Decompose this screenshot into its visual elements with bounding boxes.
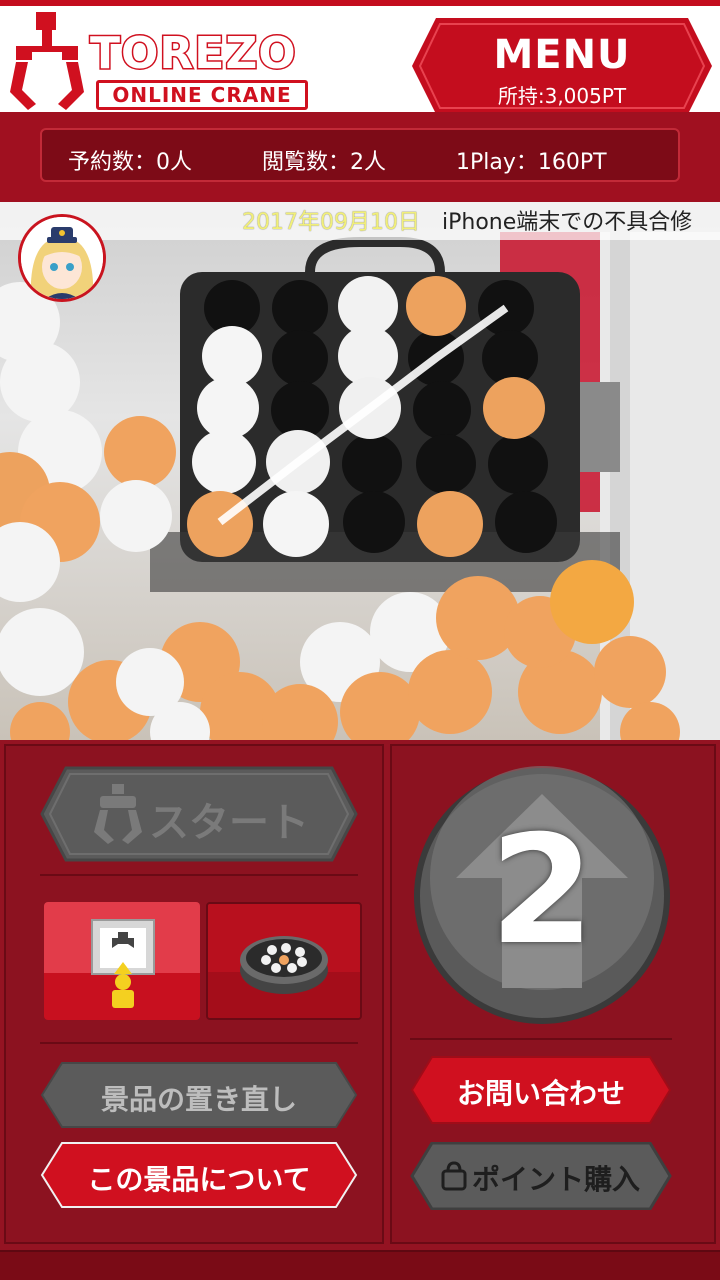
tray-top-view-icon [240,936,328,994]
points-balance: 所持:3,005PT [497,84,627,108]
crane-machine-view [0,232,720,740]
ticker-date: 2017年09月10日 [242,210,420,235]
front-view-camera-icon [91,919,155,1008]
ticker-text: iPhone端末での不具合修 [442,210,693,235]
control-panel: スタート 景品の置き直し この景品について 2 お問い合わせ ポイント購入 [0,740,720,1250]
buy-points-label: ポイント購入 [471,1163,640,1196]
torezo-logo[interactable]: TOREZO ONLINE CRANE [8,12,328,112]
footer-strip [0,1250,720,1280]
start-button[interactable]: スタート [40,766,358,862]
side-camera-button[interactable] [44,902,200,1020]
right-control-panel: 2 お問い合わせ ポイント購入 [390,744,716,1244]
reposition-label: 景品の置き直し [100,1083,297,1116]
left-control-panel: スタート 景品の置き直し この景品について [4,744,384,1244]
about-prize-button[interactable]: この景品について [40,1142,358,1208]
top-camera-button[interactable] [206,902,362,1020]
buy-points-button[interactable]: ポイント購入 [410,1142,672,1210]
divider [410,1038,672,1040]
news-ticker[interactable]: 2017年09月10日 iPhone端末での不具合修 [0,202,720,240]
about-prize-label: この景品について [87,1163,311,1196]
anime-girl-avatar-icon [21,217,103,299]
crane-claw-icon [10,12,84,110]
play-cost: 1Play：160PT [456,150,607,175]
viewer-count: 閲覧数：2人 [262,150,386,175]
divider [40,874,358,876]
live-camera-feed: 2017年09月10日 iPhone端末での不具合修 [0,202,720,740]
contact-label: お問い合わせ [456,1077,625,1110]
divider [40,1042,358,1044]
remaining-plays-indicator: 2 [412,766,672,1026]
start-label: スタート [149,800,309,846]
logo-brand-text: TOREZO [89,27,298,81]
contact-button[interactable]: お問い合わせ [410,1056,672,1124]
menu-label: MENU [493,32,631,78]
stats-bar: 予約数：0人 閲覧数：2人 1Play：160PT [40,128,680,182]
menu-button[interactable]: MENU 所持:3,005PT [412,18,712,114]
remaining-count: 2 [489,804,595,978]
logo-subtitle: ONLINE CRANE [96,80,308,110]
reposition-prize-button[interactable]: 景品の置き直し [40,1062,358,1128]
crane-game-screen: TOREZO ONLINE CRANE MENU 所持:3,005PT 予約数：… [0,0,720,1280]
reservation-count: 予約数：0人 [68,150,192,175]
header: TOREZO ONLINE CRANE MENU 所持:3,005PT [0,0,720,114]
stats-area: 予約数：0人 閲覧数：2人 1Play：160PT [0,112,720,202]
operator-avatar[interactable] [18,214,106,302]
